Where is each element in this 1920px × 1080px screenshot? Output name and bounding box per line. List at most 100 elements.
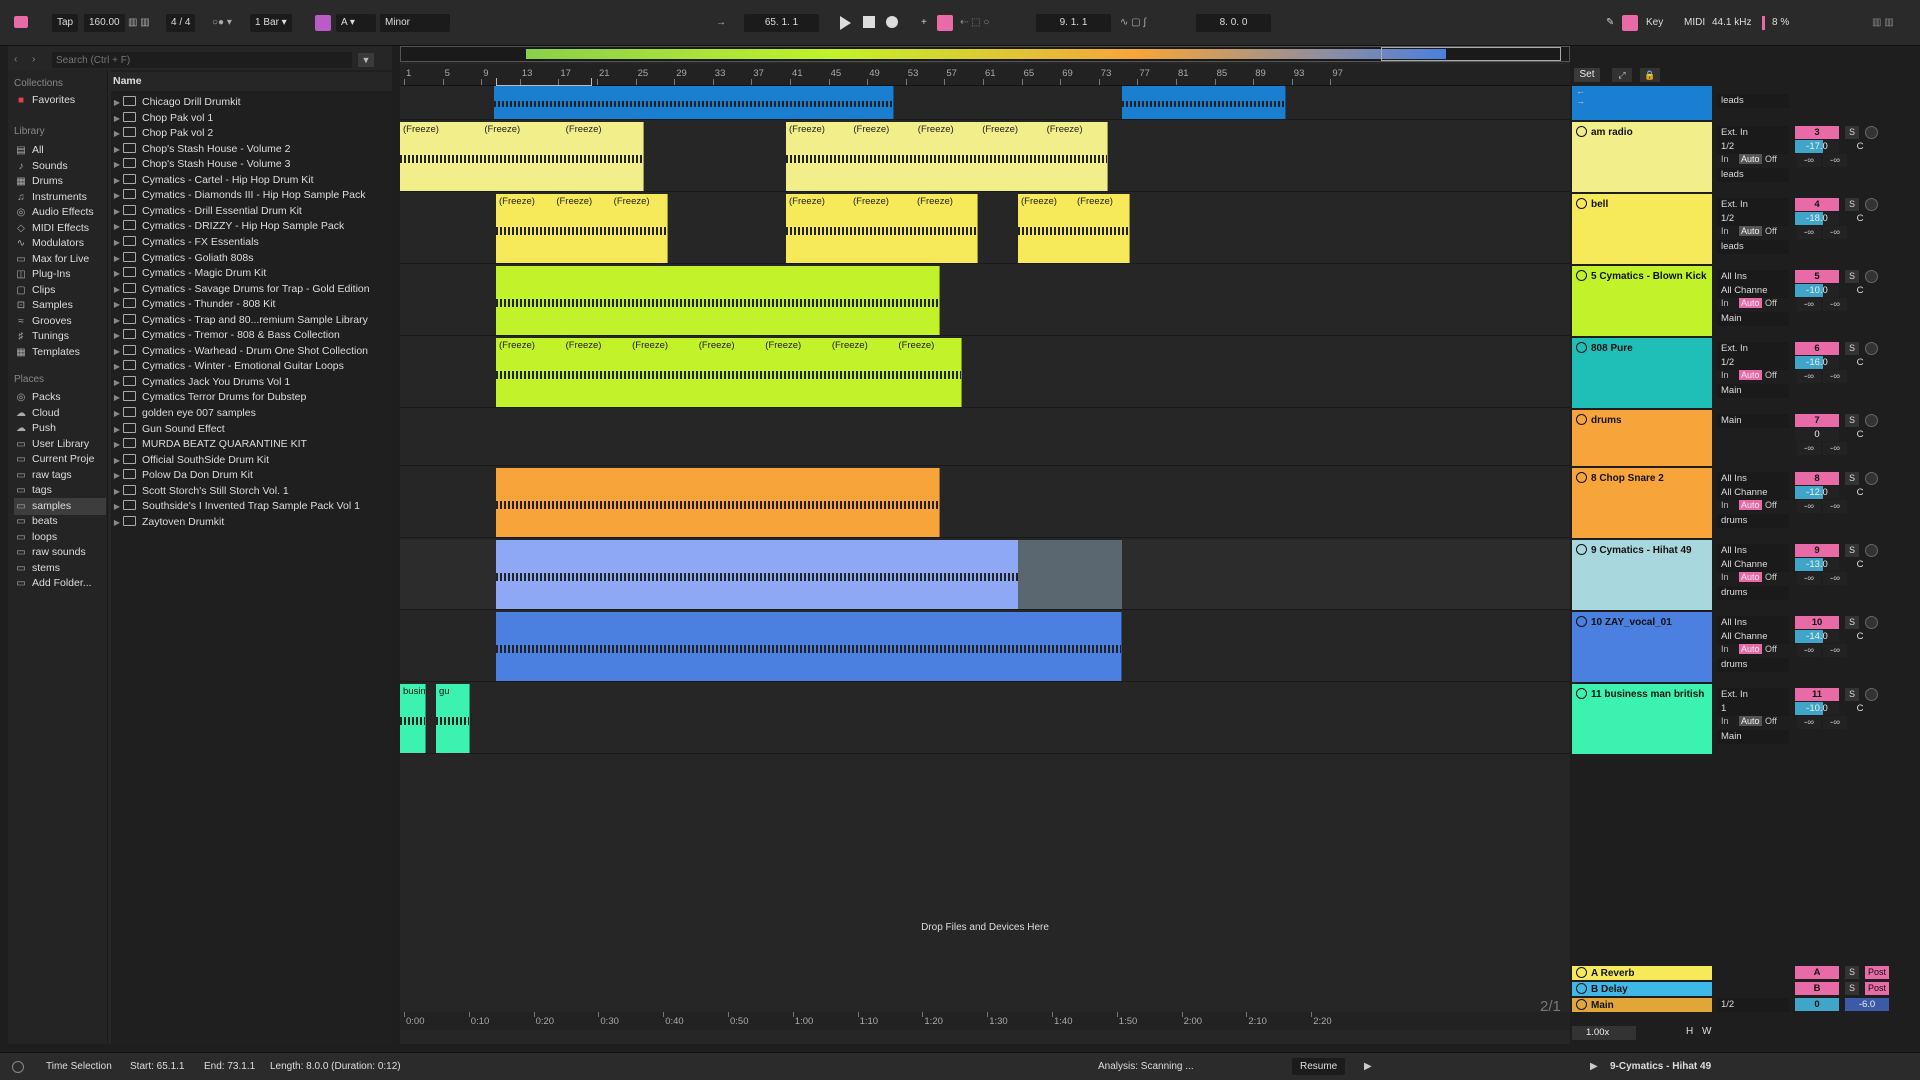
- sidebar-item-loops[interactable]: ▭ loops: [14, 529, 106, 546]
- expand-arrow-icon[interactable]: ▶: [111, 515, 123, 530]
- w-toggle[interactable]: W: [1702, 1026, 1711, 1037]
- expand-arrow-icon[interactable]: ▶: [111, 484, 123, 499]
- volume-field[interactable]: 0: [1795, 428, 1839, 441]
- list-item[interactable]: ▶ Cymatics - Savage Drums for Trap - Gold…: [111, 281, 392, 297]
- monitor-off[interactable]: Off: [1765, 154, 1777, 164]
- expand-arrow-icon[interactable]: ▶: [111, 95, 123, 110]
- audio-clip[interactable]: (Freeze) (Freeze) (Freeze): [496, 194, 668, 263]
- expand-arrow-icon[interactable]: ▶: [111, 359, 123, 374]
- solo-button[interactable]: S: [1845, 616, 1859, 629]
- monitor-auto[interactable]: Auto: [1739, 500, 1762, 510]
- list-item[interactable]: ▶ Cymatics Jack You Drums Vol 1: [111, 374, 392, 390]
- track-activator[interactable]: 3: [1795, 126, 1839, 139]
- midi-map-button[interactable]: MIDI: [1684, 14, 1705, 32]
- sidebar-item-push[interactable]: ☁ Push: [14, 420, 106, 437]
- audio-clip[interactable]: gu: [436, 684, 470, 753]
- punch-icons[interactable]: ⇠ ⬚ ○: [960, 14, 989, 32]
- audio-clip[interactable]: [496, 266, 940, 335]
- expand-arrow-icon[interactable]: ▶: [111, 219, 123, 234]
- sidebar-item-raw-tags[interactable]: ▭ raw tags: [14, 467, 106, 484]
- metronome-icon[interactable]: ○● ▾: [212, 14, 232, 32]
- play-small-icon[interactable]: ▶: [1364, 1061, 1372, 1072]
- record-icon[interactable]: [886, 16, 898, 28]
- monitor-auto[interactable]: Auto: [1739, 226, 1762, 236]
- list-item[interactable]: ▶ golden eye 007 samples: [111, 405, 392, 421]
- monitor-in[interactable]: In: [1721, 298, 1729, 308]
- sidebar-item-samples[interactable]: ▭ samples: [14, 497, 106, 515]
- monitor-off[interactable]: Off: [1765, 370, 1777, 380]
- route-select[interactable]: leads: [1717, 168, 1789, 182]
- expand-arrow-icon[interactable]: ▶: [111, 251, 123, 266]
- input-select[interactable]: All Ins: [1717, 472, 1789, 486]
- solo-button[interactable]: S: [1845, 126, 1859, 139]
- expand-arrow-icon[interactable]: ▶: [111, 157, 123, 172]
- audio-clip[interactable]: (Freeze) (Freeze) (Freeze): [786, 194, 978, 263]
- track-lane[interactable]: [400, 410, 1570, 466]
- return-activator[interactable]: 0: [1795, 998, 1839, 1011]
- track-header[interactable]: 808 Pure: [1572, 338, 1712, 408]
- h-toggle[interactable]: H: [1686, 1026, 1693, 1037]
- position-field[interactable]: 65. 1. 1: [744, 14, 819, 32]
- track-lane[interactable]: (Freeze) (Freeze) (Freeze) (Freeze) (Freeze)…: [400, 194, 1570, 264]
- list-item[interactable]: ▶ MURDA BEATZ QUARANTINE KIT: [111, 436, 392, 452]
- solo-button[interactable]: S: [1845, 544, 1859, 557]
- track-header[interactable]: am radio: [1572, 122, 1712, 192]
- key-map-button[interactable]: Key: [1646, 14, 1663, 32]
- search-input[interactable]: [52, 52, 352, 68]
- arm-button-icon[interactable]: [1865, 270, 1878, 283]
- list-item[interactable]: ▶ Zaytoven Drumkit: [111, 514, 392, 530]
- monitor-off[interactable]: Off: [1765, 572, 1777, 582]
- list-item[interactable]: ▶ Chicago Drill Drumkit: [111, 94, 392, 110]
- list-item[interactable]: ▶ Cymatics - FX Essentials: [111, 234, 392, 250]
- monitor-in[interactable]: In: [1721, 226, 1729, 236]
- solo-button[interactable]: S: [1845, 688, 1859, 701]
- key-map-icon[interactable]: [1622, 15, 1638, 31]
- track-lane[interactable]: (Freeze) (Freeze) (Freeze) (Freeze) (Freeze)…: [400, 338, 1570, 408]
- draw-mode-icon[interactable]: ✎: [1606, 14, 1614, 32]
- input-select[interactable]: Main: [1717, 414, 1789, 428]
- back-icon[interactable]: ‹: [14, 54, 17, 65]
- expand-arrow-icon[interactable]: ▶: [111, 173, 123, 188]
- expand-arrow-icon[interactable]: ▶: [111, 188, 123, 203]
- sidebar-item-audio-effects[interactable]: ◎ Audio Effects: [14, 204, 106, 221]
- monitor-in[interactable]: In: [1721, 370, 1729, 380]
- track-lane[interactable]: busin gu: [400, 684, 1570, 754]
- expand-arrow-icon[interactable]: ▶: [111, 204, 123, 219]
- list-item[interactable]: ▶ Cymatics - Cartel - Hip Hop Drum Kit: [111, 172, 392, 188]
- expand-arrow-icon[interactable]: ▶: [111, 313, 123, 328]
- route-select[interactable]: Main: [1717, 384, 1789, 398]
- expand-arrow-icon[interactable]: ▶: [111, 406, 123, 421]
- app-logo-icon[interactable]: [14, 16, 28, 28]
- list-item[interactable]: ▶ Cymatics - Diamonds III - Hip Hop Sampl…: [111, 187, 392, 203]
- channel-select[interactable]: 1/2: [1717, 356, 1789, 370]
- fold-icon[interactable]: [1576, 198, 1587, 209]
- monitor-off[interactable]: Off: [1765, 644, 1777, 654]
- monitor-auto[interactable]: Auto: [1739, 154, 1762, 164]
- sidebar-item-samples[interactable]: ⊡ Samples: [14, 297, 106, 314]
- pan-field[interactable]: C: [1845, 630, 1875, 643]
- monitor-in[interactable]: In: [1721, 572, 1729, 582]
- loop-length-field[interactable]: 8. 0. 0: [1196, 14, 1271, 32]
- pan-field[interactable]: C: [1845, 428, 1875, 441]
- list-item[interactable]: ▶ Chop Pak vol 2: [111, 125, 392, 141]
- route-select[interactable]: Main: [1717, 312, 1789, 326]
- expand-arrow-icon[interactable]: ▶: [111, 235, 123, 250]
- arm-button-icon[interactable]: [1865, 616, 1878, 629]
- expand-arrow-icon[interactable]: ▶: [111, 344, 123, 359]
- pan-field[interactable]: C: [1845, 558, 1875, 571]
- audio-clip[interactable]: (Freeze) (Freeze): [1018, 194, 1130, 263]
- info-icon[interactable]: [12, 1061, 24, 1073]
- volume-field[interactable]: -12.0: [1795, 486, 1839, 499]
- sidebar-item-clips[interactable]: ▢ Clips: [14, 282, 106, 299]
- audio-clip[interactable]: [496, 468, 940, 537]
- monitor-off[interactable]: Off: [1765, 716, 1777, 726]
- return-track-header[interactable]: A Reverb: [1572, 966, 1712, 980]
- route-select[interactable]: leads: [1717, 240, 1789, 254]
- sidebar-item-tags[interactable]: ▭ tags: [14, 482, 106, 499]
- arm-button-icon[interactable]: [1865, 472, 1878, 485]
- channel-select[interactable]: 1: [1717, 702, 1789, 716]
- filter-icon[interactable]: ▼: [358, 53, 374, 67]
- solo-button[interactable]: S: [1845, 198, 1859, 211]
- sidebar-item-max-for-live[interactable]: ▭ Max for Live: [14, 251, 106, 268]
- pan-field[interactable]: C: [1845, 284, 1875, 297]
